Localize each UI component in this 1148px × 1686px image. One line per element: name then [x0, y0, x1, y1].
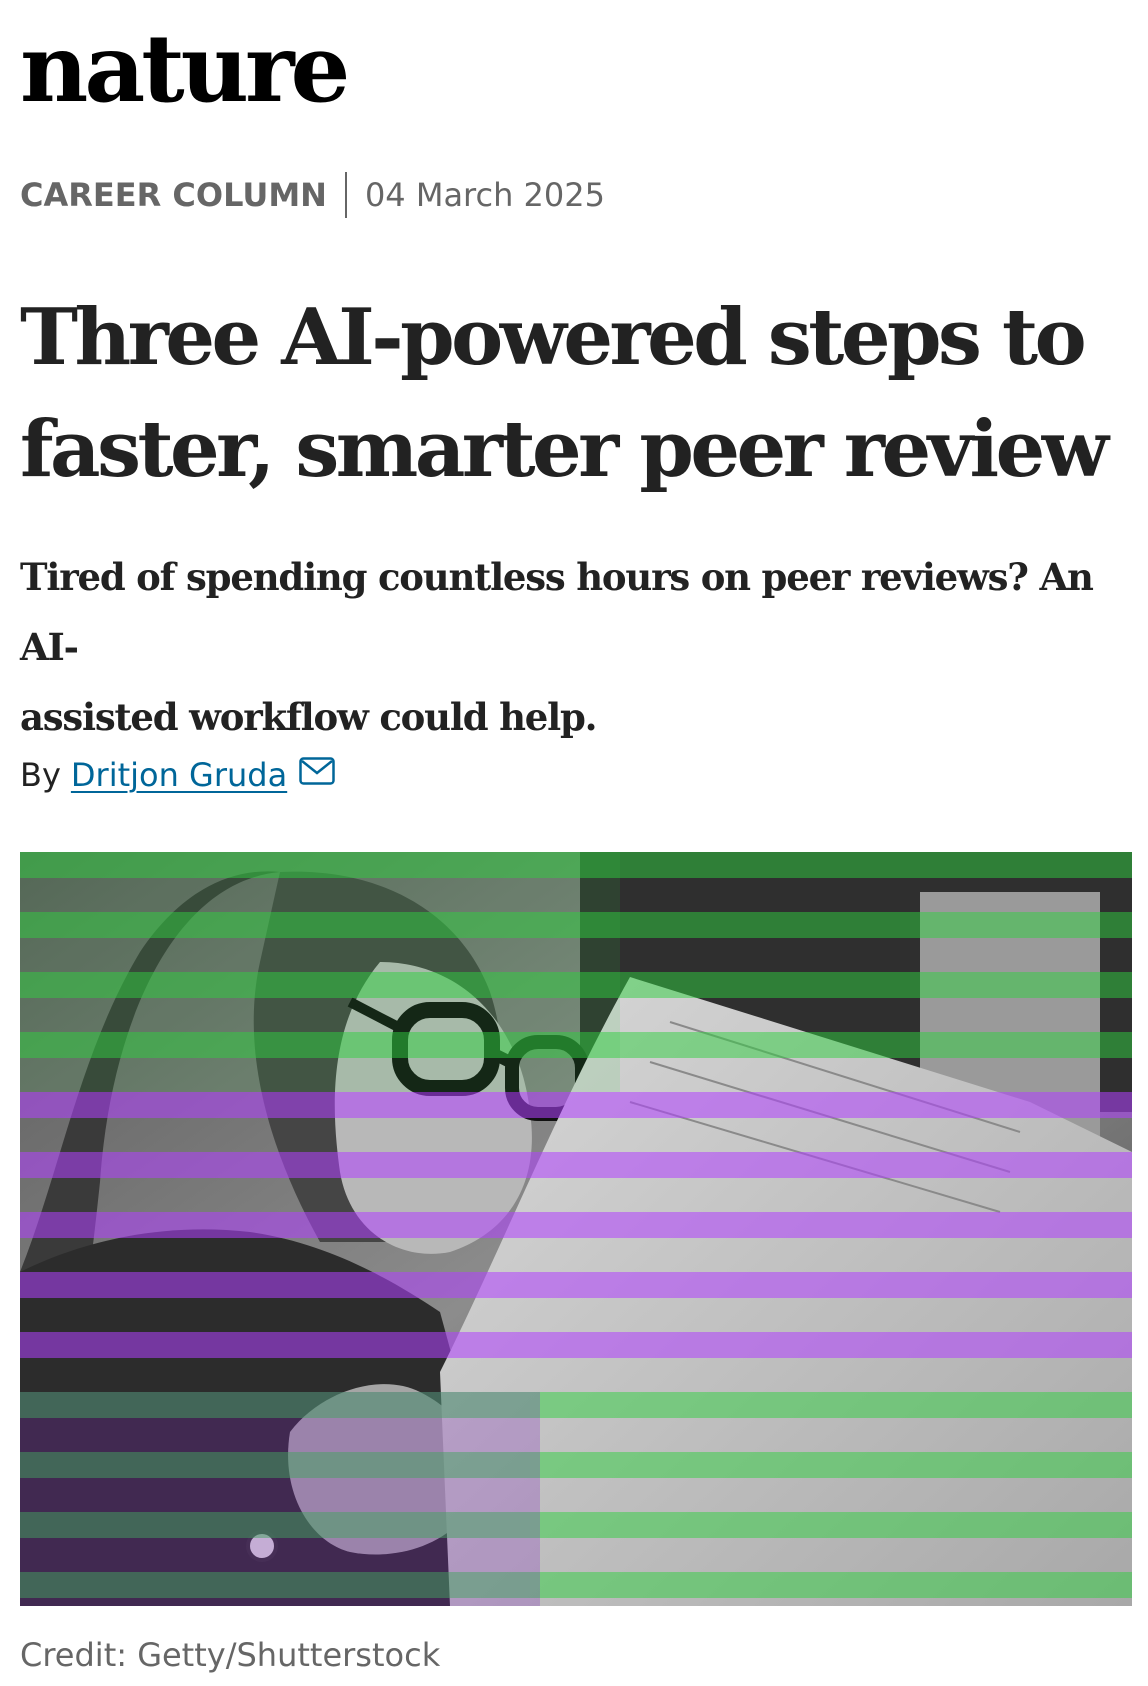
byline-prefix: By	[20, 756, 61, 794]
standfirst-line-2: assisted workflow could help.	[20, 695, 598, 739]
byline: By Dritjon Gruda	[20, 756, 335, 794]
nature-logo[interactable]: nature	[20, 22, 350, 116]
title-line-2: faster, smarter peer review	[20, 404, 1109, 495]
standfirst-line-1: Tired of spending countless hours on pee…	[20, 555, 1094, 669]
article-type[interactable]: CAREER COLUMN	[20, 176, 327, 214]
article-title: Three AI-powered steps to faster, smarte…	[20, 282, 1132, 506]
title-line-1: Three AI-powered steps to	[20, 292, 1087, 383]
image-credit: Credit: Getty/Shutterstock	[20, 1636, 441, 1674]
mail-icon[interactable]	[299, 755, 335, 785]
article-standfirst: Tired of spending countless hours on pee…	[20, 542, 1132, 752]
author-link[interactable]: Dritjon Gruda	[71, 756, 287, 794]
article-meta: CAREER COLUMN 04 March 2025	[20, 172, 605, 218]
publish-date: 04 March 2025	[364, 176, 605, 214]
meta-divider	[344, 172, 347, 218]
article-lead-image	[20, 852, 1132, 1606]
lead-image-illustration	[20, 852, 1132, 1606]
